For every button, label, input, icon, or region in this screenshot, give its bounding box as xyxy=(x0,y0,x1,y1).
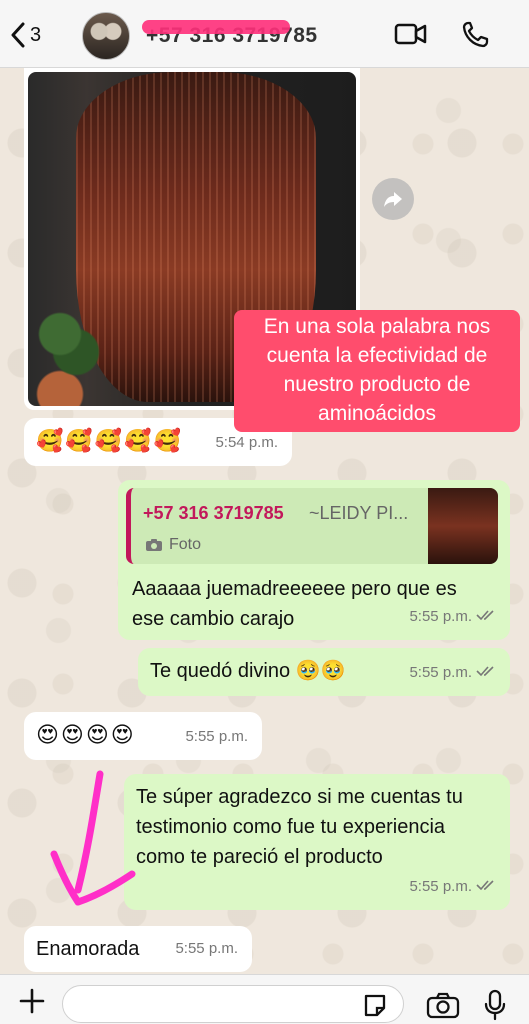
redaction-mark xyxy=(142,20,290,34)
forward-button[interactable] xyxy=(372,178,414,220)
quote-type-label: Foto xyxy=(169,536,202,553)
message-time: 5:55 p.m. xyxy=(409,658,496,688)
input-bar xyxy=(0,974,529,1024)
annotation-arrow-icon xyxy=(50,770,136,906)
back-button[interactable]: 3 xyxy=(10,22,41,48)
video-call-icon xyxy=(394,23,427,45)
share-icon xyxy=(384,192,402,207)
avatar[interactable] xyxy=(82,12,130,60)
plus-icon xyxy=(19,988,45,1014)
read-ticks-icon xyxy=(476,602,496,632)
unread-count: 3 xyxy=(30,23,42,46)
message-time: 5:54 p.m. xyxy=(215,434,278,451)
message-time-label: 5:55 p.m. xyxy=(409,878,472,895)
chevron-left-icon xyxy=(11,22,25,48)
message-text: Te quedó divino 🥹🥹 xyxy=(150,660,346,682)
read-ticks-icon xyxy=(476,658,496,688)
chat-header: 3 +57 316 3719785 xyxy=(0,0,529,68)
message-input[interactable] xyxy=(62,985,404,1023)
message-time-label: 5:55 p.m. xyxy=(409,664,472,681)
message-incoming[interactable]: Enamorada 5:55 p.m. xyxy=(24,926,252,972)
camera-icon xyxy=(426,992,460,1019)
sticker-button[interactable] xyxy=(362,993,388,1024)
message-time-label: 5:55 p.m. xyxy=(409,608,472,625)
message-text: 😍😍😍😍 xyxy=(36,722,136,747)
plant-image xyxy=(28,286,108,406)
phone-icon xyxy=(462,21,489,48)
quote-sender: +57 316 3719785 xyxy=(143,503,284,523)
photo-caption: En una sola palabra nos cuenta la efecti… xyxy=(234,310,520,432)
camera-icon xyxy=(146,539,162,551)
message-incoming[interactable]: 😍😍😍😍 5:55 p.m. xyxy=(24,712,262,760)
attach-button[interactable] xyxy=(18,987,46,1020)
sticker-icon xyxy=(364,994,386,1017)
camera-button[interactable] xyxy=(426,991,460,1024)
read-ticks-icon xyxy=(476,872,496,902)
message-text: Te súper agradezco si me cuentas tu test… xyxy=(136,786,463,868)
microphone-button[interactable] xyxy=(484,989,506,1024)
message-outgoing[interactable]: Te quedó divino 🥹🥹 5:55 p.m. xyxy=(138,648,510,696)
message-outgoing-reply[interactable]: +57 316 3719785 ~LEIDY PI... Foto Aaaaaa… xyxy=(118,480,510,640)
message-time: 5:55 p.m. xyxy=(175,940,238,957)
quoted-message[interactable]: +57 316 3719785 ~LEIDY PI... Foto xyxy=(126,488,498,564)
message-time: 5:55 p.m. xyxy=(185,728,248,745)
message-time: 5:55 p.m. xyxy=(409,872,496,902)
quote-sender-name: ~LEIDY PI... xyxy=(309,503,409,523)
video-call-button[interactable] xyxy=(394,20,428,53)
message-text: Enamorada xyxy=(36,938,140,960)
message-outgoing[interactable]: Te súper agradezco si me cuentas tu test… xyxy=(124,774,510,910)
quote-thumbnail xyxy=(428,488,498,564)
quote-type: Foto xyxy=(145,530,201,560)
message-text: 🥰🥰🥰🥰🥰 xyxy=(36,428,183,453)
microphone-icon xyxy=(484,989,506,1021)
voice-call-button[interactable] xyxy=(460,20,494,53)
message-time: 5:55 p.m. xyxy=(409,602,496,632)
